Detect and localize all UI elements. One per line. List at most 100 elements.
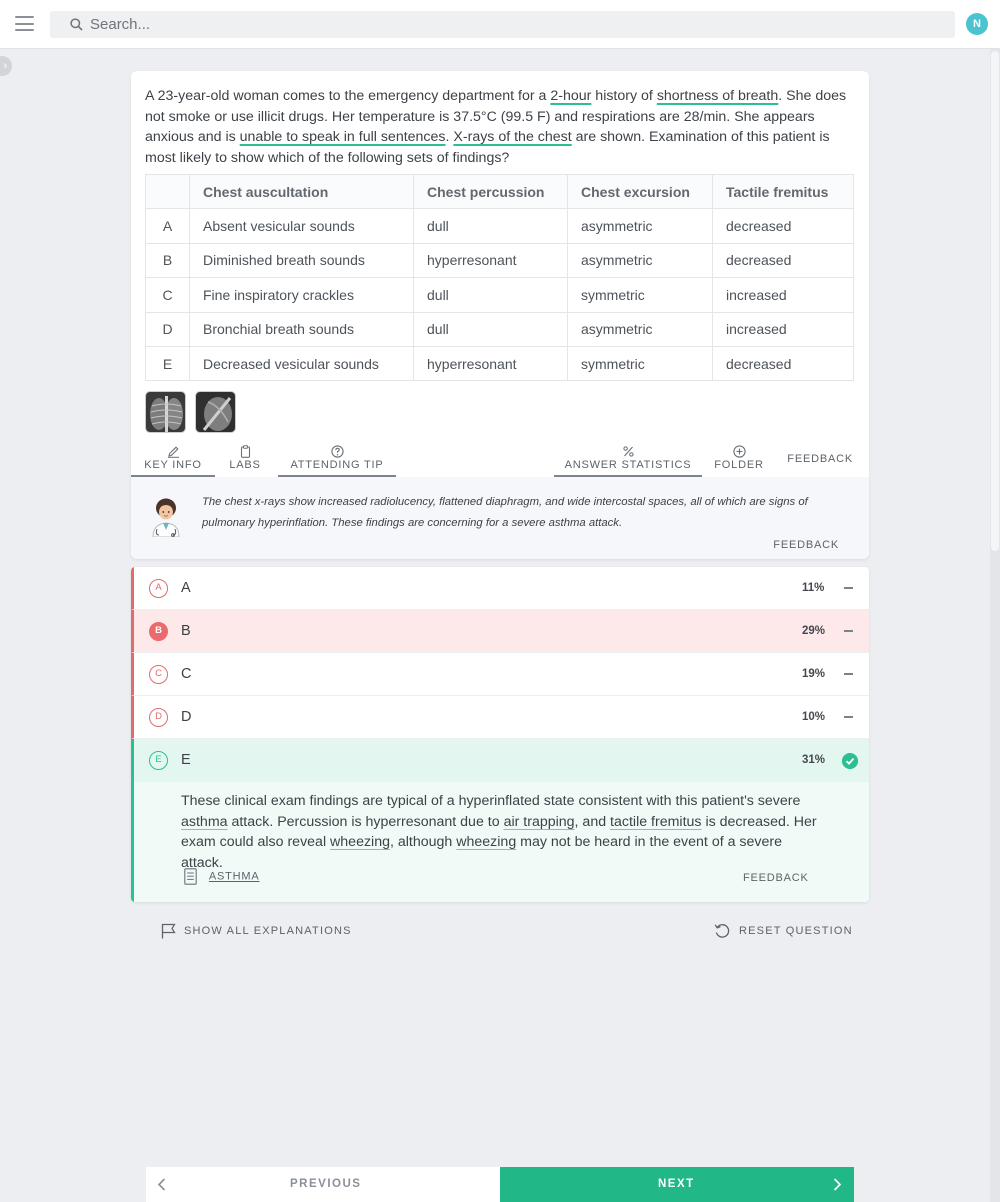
tab-labs[interactable]: LABS <box>215 445 275 471</box>
explanation-text: These clinical exam findings are typical… <box>181 791 821 873</box>
table-cell: hyperresonant <box>413 242 568 279</box>
table-cell: Absent vesicular sounds <box>189 208 414 244</box>
table-cell: dull <box>413 311 568 347</box>
table-header: Tactile fremitus <box>712 173 854 210</box>
explanation-segment: , and <box>574 813 611 830</box>
attending-tip-panel: The chest x-rays show increased radioluc… <box>131 477 869 559</box>
key-info-highlight[interactable]: 2-hour <box>550 88 591 104</box>
table-row: B Diminished breath sounds hyperresonant… <box>145 242 854 279</box>
answer-letter-badge: B <box>149 622 168 641</box>
answer-label: C <box>181 666 192 682</box>
search-icon <box>70 18 83 31</box>
reset-question-button[interactable]: RESET QUESTION <box>714 923 853 939</box>
question-toolbar: KEY INFO LABS ATTENDING TIP ANSWER STATI… <box>131 443 869 478</box>
table-cell: dull <box>413 208 568 244</box>
add-folder-icon <box>732 445 746 458</box>
key-info-highlight[interactable]: X-rays of the chest <box>453 129 571 145</box>
tab-label: FOLDER <box>714 459 764 471</box>
table-cell: symmetric <box>567 345 713 382</box>
doctor-avatar-icon <box>152 498 180 537</box>
xray-thumbnail-frontal[interactable] <box>145 391 186 433</box>
tab-folder[interactable]: FOLDER <box>711 445 767 471</box>
table-row: D Bronchial breath sounds dull asymmetri… <box>145 311 854 347</box>
chevron-right-icon <box>833 1178 842 1191</box>
reset-label: RESET QUESTION <box>739 925 853 937</box>
answer-percentage: 11% <box>802 582 825 594</box>
table-cell: symmetric <box>567 277 713 313</box>
xray-thumbnail-lateral[interactable] <box>195 391 236 433</box>
show-all-label: SHOW ALL EXPLANATIONS <box>184 925 352 937</box>
show-all-explanations-button[interactable]: SHOW ALL EXPLANATIONS <box>161 923 352 939</box>
top-bar: N <box>0 0 1000 49</box>
table-cell: Fine inspiratory crackles <box>189 277 414 313</box>
answer-choice-a[interactable]: A A 11% <box>131 567 869 610</box>
feedback-button[interactable]: FEEDBACK <box>787 453 853 465</box>
table-cell: decreased <box>712 345 854 382</box>
sidebar-toggle-chevron-icon[interactable]: › <box>0 56 12 76</box>
table-header: Chest excursion <box>567 173 713 210</box>
question-card: A 23-year-old woman comes to the emergen… <box>131 71 869 559</box>
topic-label: ASTHMA <box>208 870 260 883</box>
tab-answer-statistics[interactable]: ANSWER STATISTICS <box>554 445 702 478</box>
key-info-highlight[interactable]: unable to speak in full sentences <box>240 129 446 145</box>
answer-label: E <box>181 752 191 768</box>
topic-link-asthma[interactable]: ASTHMA <box>184 868 260 885</box>
dash-icon <box>844 673 853 675</box>
scrollbar-thumb[interactable] <box>991 51 999 551</box>
reset-icon <box>714 924 730 938</box>
explanation-feedback-button[interactable]: FEEDBACK <box>743 872 809 884</box>
table-cell: increased <box>712 277 854 313</box>
tab-label: ANSWER STATISTICS <box>564 459 692 471</box>
clipboard-icon <box>240 445 250 458</box>
table-cell: decreased <box>712 242 854 279</box>
menu-icon[interactable] <box>15 16 34 31</box>
tip-feedback-button[interactable]: FEEDBACK <box>773 539 839 551</box>
table-header: Chest auscultation <box>189 173 414 210</box>
answer-choice-b[interactable]: B B 29% <box>131 610 869 653</box>
answer-label: D <box>181 709 192 725</box>
explanation-panel: These clinical exam findings are typical… <box>131 782 869 902</box>
explanation-link[interactable]: asthma <box>181 814 228 830</box>
explanation-segment: , although <box>390 834 457 850</box>
explanation-segment: These clinical exam findings are typical… <box>181 793 801 809</box>
answer-percentage: 10% <box>802 711 826 723</box>
dash-icon <box>844 716 853 718</box>
table-cell: increased <box>712 311 854 347</box>
tab-key-info[interactable]: KEY INFO <box>131 445 215 478</box>
search-bar[interactable] <box>50 11 955 38</box>
next-button[interactable]: NEXT <box>500 1167 854 1202</box>
dash-icon <box>844 630 853 632</box>
tab-label: ATTENDING TIP <box>290 459 384 471</box>
previous-button[interactable]: PREVIOUS <box>146 1167 500 1202</box>
search-input[interactable] <box>90 11 930 38</box>
next-label: NEXT <box>658 1178 695 1190</box>
explanation-link[interactable]: tactile fremitus <box>610 814 701 830</box>
table-cell: Decreased vesicular sounds <box>189 345 414 382</box>
scrollbar[interactable] <box>990 49 1000 1202</box>
explanation-link[interactable]: wheezing <box>456 834 516 850</box>
pencil-icon <box>167 446 179 458</box>
table-header-row: Chest auscultation Chest percussion Ches… <box>145 173 854 210</box>
answer-letter-badge: C <box>149 665 168 684</box>
answer-choice-c[interactable]: C C 19% <box>131 653 869 696</box>
checkmark-icon <box>842 753 858 769</box>
key-info-highlight[interactable]: shortness of breath <box>657 88 778 104</box>
question-mark-icon <box>330 445 344 458</box>
explanation-link[interactable]: air trapping <box>504 814 575 830</box>
table-row: C Fine inspiratory crackles dull symmetr… <box>145 277 854 313</box>
chevron-left-icon <box>157 1178 166 1191</box>
answer-choices: A A 11% B B 29% C C 19% D D 10% E E 31% … <box>131 567 869 902</box>
dash-icon <box>844 587 853 589</box>
answer-choice-e[interactable]: E E 31% <box>131 739 869 782</box>
explanation-link[interactable]: wheezing <box>330 834 390 850</box>
answer-choice-d[interactable]: D D 10% <box>131 696 869 739</box>
tab-attending-tip[interactable]: ATTENDING TIP <box>278 445 396 478</box>
answer-letter-badge: E <box>149 751 168 770</box>
question-navigation: PREVIOUS NEXT <box>146 1167 854 1202</box>
table-cell: hyperresonant <box>413 345 568 382</box>
explanation-segment: attack. Percussion is hyperresonant due … <box>227 813 504 830</box>
document-icon <box>184 868 197 885</box>
answer-percentage: 31% <box>802 754 826 766</box>
table-header: Chest percussion <box>413 173 568 210</box>
user-avatar[interactable]: N <box>966 13 988 35</box>
